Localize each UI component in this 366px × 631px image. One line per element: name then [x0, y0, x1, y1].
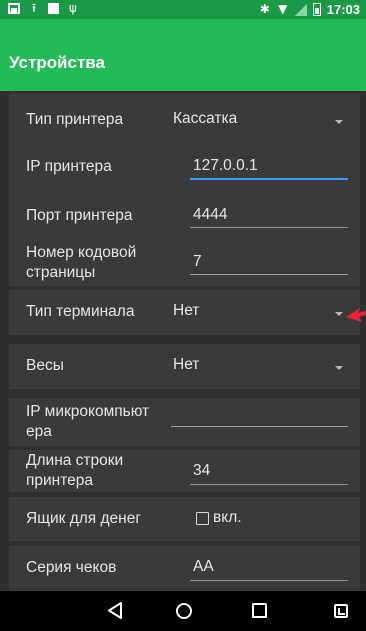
microcomputer-ip-label-line1: IP микрокомпьют	[26, 403, 150, 420]
printer-line-length-input[interactable]: 34	[193, 462, 210, 480]
recent-apps-icon[interactable]	[252, 603, 267, 618]
printer-ip-label: IP принтера	[26, 158, 112, 175]
receipt-series-label: Серия чеков	[26, 559, 117, 576]
chevron-down-icon[interactable]	[335, 120, 343, 124]
cash-drawer-checkbox-label[interactable]: вкл.	[213, 509, 242, 527]
chevron-down-icon[interactable]	[335, 312, 343, 316]
printer-line-length-label-line2: принтера	[26, 472, 94, 489]
back-icon[interactable]	[107, 602, 123, 619]
microcomputer-ip-label-line2: ера	[26, 423, 52, 440]
bluetooth-icon: ✱	[259, 2, 270, 16]
receipt-series-input[interactable]: AA	[193, 558, 214, 576]
status-left-icons: ⭱ ψ	[8, 2, 79, 15]
scales-card[interactable]: Весы Нет	[9, 344, 360, 389]
terminal-type-label: Тип терминала	[26, 303, 135, 320]
codepage-label-line2: страницы	[26, 264, 96, 281]
printer-line-length-card: Длина строки принтера 34	[9, 450, 360, 492]
cash-drawer-checkbox[interactable]	[196, 512, 209, 525]
codepage-underline	[190, 274, 348, 275]
annotation-arrow-icon	[346, 308, 366, 322]
printer-port-underline	[190, 227, 348, 228]
printer-ip-underline	[190, 178, 348, 180]
rotate-screen-icon[interactable]	[334, 604, 348, 618]
printer-line-length-label-line1: Длина строки	[26, 452, 124, 469]
app-bar: Устройства	[0, 19, 366, 91]
printer-ip-input[interactable]: 127.0.0.1	[193, 157, 258, 175]
battery-icon	[312, 3, 321, 16]
chevron-down-icon[interactable]	[335, 366, 343, 370]
codepage-input[interactable]: 7	[193, 253, 202, 271]
codepage-label-line1: Номер кодовой	[26, 244, 137, 261]
terminal-type-card[interactable]: Тип терминала Нет	[9, 290, 360, 335]
status-right-icons: ✱ ▼ 17:03	[259, 1, 360, 18]
square-icon	[48, 3, 59, 14]
printer-type-select[interactable]: Кассатка	[173, 110, 237, 128]
page-title: Устройства	[9, 53, 105, 72]
usb-icon: ψ	[69, 1, 77, 15]
status-time: 17:03	[326, 2, 360, 17]
status-bar: ⭱ ψ ✱ ▼ 17:03	[0, 0, 366, 19]
home-icon[interactable]	[176, 603, 192, 619]
settings-list[interactable]: Тип принтера Кассатка IP принтера 127.0.…	[0, 91, 366, 591]
wifi-icon: ▼	[278, 2, 288, 16]
navigation-bar	[0, 591, 366, 631]
printer-settings-card: Тип принтера Кассатка IP принтера 127.0.…	[9, 93, 360, 286]
photo-icon	[8, 3, 20, 14]
printer-port-input[interactable]: 4444	[193, 206, 227, 224]
receipt-series-underline	[190, 580, 348, 581]
printer-port-label: Порт принтера	[26, 207, 133, 224]
printer-type-label: Тип принтера	[26, 111, 124, 128]
scales-label: Весы	[26, 357, 64, 374]
microcomputer-ip-card: IP микрокомпьют ера	[9, 398, 360, 446]
upload-icon: ⭱	[31, 1, 37, 15]
terminal-type-select[interactable]: Нет	[173, 302, 199, 320]
signal-icon	[294, 3, 307, 16]
cash-drawer-card: Ящик для денег вкл.	[9, 497, 360, 541]
receipt-series-card: Серия чеков AA	[9, 546, 360, 591]
scales-select[interactable]: Нет	[173, 356, 199, 374]
microcomputer-ip-underline	[171, 426, 348, 427]
printer-line-length-underline	[190, 484, 348, 485]
cash-drawer-label: Ящик для денег	[26, 510, 141, 527]
